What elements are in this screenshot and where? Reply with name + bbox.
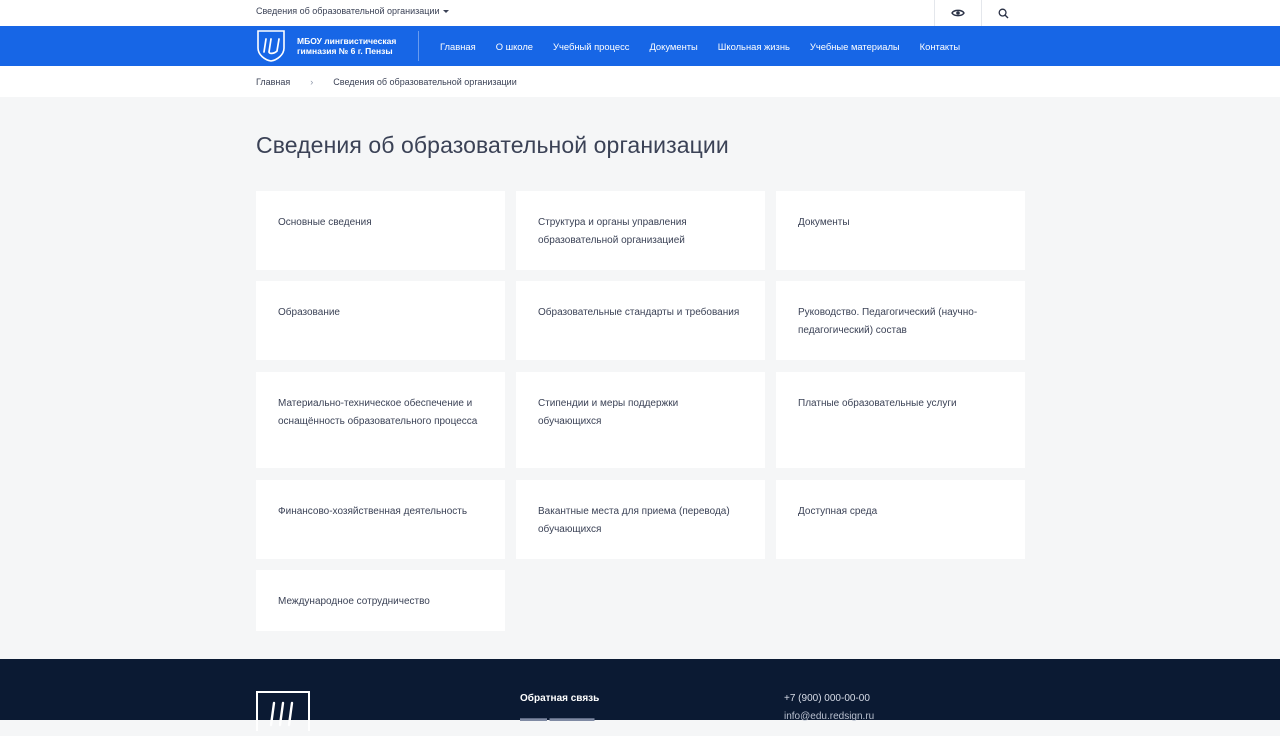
menu-item-contacts[interactable]: Контакты xyxy=(920,41,961,52)
card-standards[interactable]: Образовательные стандарты и требования xyxy=(516,281,765,360)
card-finance[interactable]: Финансово-хозяйственная деятельность xyxy=(256,480,505,559)
menu-item-home[interactable]: Главная xyxy=(440,41,476,52)
card-vacancies[interactable]: Вакантные места для приема (перевода) об… xyxy=(516,480,765,559)
card-label: Финансово-хозяйственная деятельность xyxy=(278,506,468,517)
card-staff[interactable]: Руководство. Педагогический (научно-педа… xyxy=(776,281,1025,360)
card-label: Руководство. Педагогический (научно-педа… xyxy=(798,307,978,336)
card-label: Международное сотрудничество xyxy=(278,596,430,607)
brand-name[interactable]: МБОУ лингвистическая гимназия № 6 г. Пен… xyxy=(297,36,412,56)
visually-impaired-button[interactable] xyxy=(935,0,981,26)
card-international[interactable]: Международное сотрудничество xyxy=(256,570,505,631)
card-label: Образование xyxy=(278,307,340,318)
menu-item-documents[interactable]: Документы xyxy=(649,41,697,52)
card-structure[interactable]: Структура и органы управления образовате… xyxy=(516,191,765,270)
menu-item-materials[interactable]: Учебные материалы xyxy=(810,41,900,52)
menu-item-school-life[interactable]: Школьная жизнь xyxy=(718,41,790,52)
card-label: Стипендии и меры поддержки обучающихся xyxy=(538,398,679,427)
card-label: Доступная среда xyxy=(798,506,878,517)
menu-item-about[interactable]: О школе xyxy=(496,41,533,52)
main-navbar: МБОУ лингвистическая гимназия № 6 г. Пен… xyxy=(0,26,1280,66)
card-scholarships[interactable]: Стипендии и меры поддержки обучающихся xyxy=(516,372,765,468)
card-documents[interactable]: Документы xyxy=(776,191,1025,270)
card-basic-info[interactable]: Основные сведения xyxy=(256,191,505,270)
card-facilities[interactable]: Материально-техническое обеспечение и ос… xyxy=(256,372,505,468)
card-accessibility[interactable]: Доступная среда xyxy=(776,480,1025,559)
card-label: Платные образовательные услуги xyxy=(798,398,957,409)
page-title: Сведения об образовательной организации xyxy=(256,132,729,158)
card-label: Образовательные стандарты и требования xyxy=(538,307,740,318)
footer-logo-icon[interactable] xyxy=(256,691,310,733)
card-paid-services[interactable]: Платные образовательные услуги xyxy=(776,372,1025,468)
breadcrumb: Главная › Сведения об образовательной ор… xyxy=(256,77,517,87)
card-label: Вакантные места для приема (перевода) об… xyxy=(538,506,730,535)
logo-icon[interactable] xyxy=(256,30,286,62)
caret-down-icon xyxy=(443,10,450,13)
breadcrumb-home[interactable]: Главная xyxy=(256,77,290,87)
card-label: Материально-техническое обеспечение и ос… xyxy=(278,398,478,427)
footer-email[interactable]: info@edu.redsign.ru xyxy=(784,711,874,722)
card-label: Структура и органы управления образовате… xyxy=(538,217,687,246)
org-info-dropdown-label: Сведения об образовательной организации xyxy=(256,6,440,16)
eye-icon xyxy=(951,9,965,17)
card-label: Основные сведения xyxy=(278,217,372,228)
footer-phone[interactable]: +7 (900) 000-00-00 xyxy=(784,693,870,704)
main-menu: Главная О школе Учебный процесс Документ… xyxy=(440,26,980,66)
breadcrumb-separator: › xyxy=(310,77,314,87)
card-label: Документы xyxy=(798,217,850,228)
footer-feedback-link[interactable]: Обратная связь xyxy=(520,693,599,704)
search-button[interactable] xyxy=(982,0,1024,26)
card-education[interactable]: Образование xyxy=(256,281,505,360)
menu-item-education-process[interactable]: Учебный процесс xyxy=(553,41,629,52)
top-bar: Сведения об образовательной организации xyxy=(0,0,1280,26)
breadcrumb-current: Сведения об образовательной организации xyxy=(333,77,517,87)
search-icon xyxy=(998,8,1008,18)
breadcrumb-bar: Главная › Сведения об образовательной ор… xyxy=(0,66,1280,97)
brand-line-1: МБОУ лингвистическая xyxy=(297,36,397,46)
org-info-dropdown[interactable]: Сведения об образовательной организации xyxy=(256,6,450,16)
divider xyxy=(418,31,419,61)
footer-link-faint[interactable]: ▬▬▬ ▬▬▬▬▬ xyxy=(520,713,595,723)
footer: Обратная связь ▬▬▬ ▬▬▬▬▬ +7 (900) 000-00… xyxy=(0,659,1280,733)
brand-line-2: гимназия № 6 г. Пензы xyxy=(297,46,393,56)
